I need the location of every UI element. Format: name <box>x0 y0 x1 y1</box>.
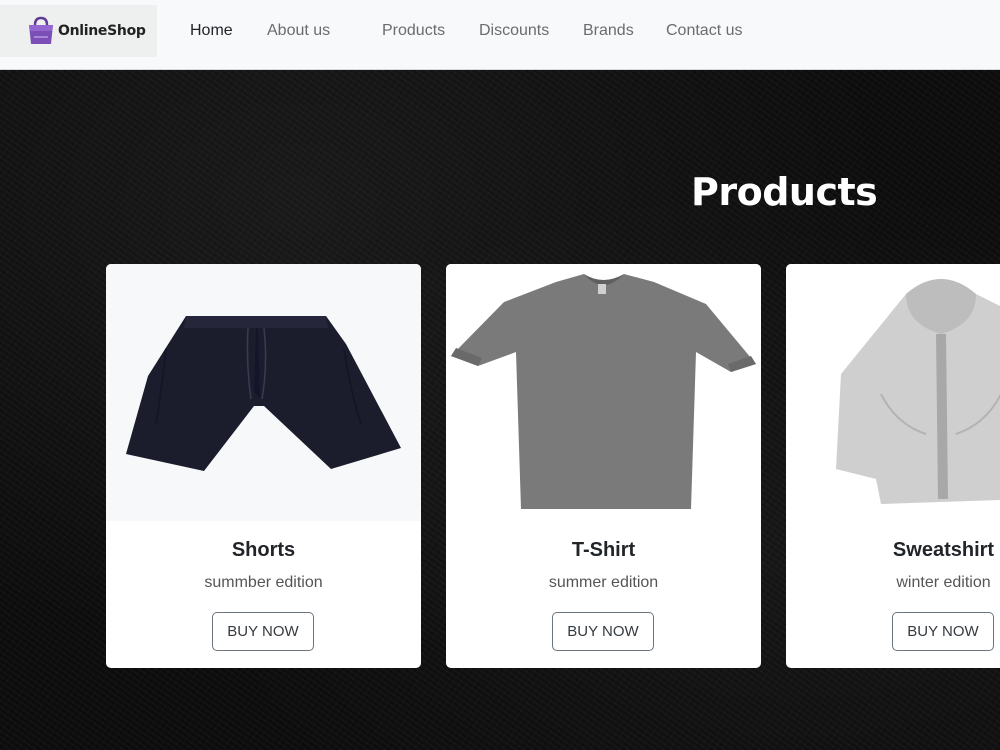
product-card: Sweatshirt winter edition BUY NOW <box>786 264 1000 668</box>
product-edition: winter edition <box>896 574 991 591</box>
nav-products[interactable]: Products <box>382 22 445 40</box>
shopping-bag-icon <box>29 16 53 44</box>
product-card: T-Shirt summer edition BUY NOW <box>446 264 761 668</box>
tshirt-image[interactable] <box>446 264 761 521</box>
product-name: Shorts <box>231 539 296 561</box>
nav-about-us[interactable]: About us <box>267 22 330 40</box>
brand-name: OnlineShop <box>58 23 146 39</box>
product-name: T-Shirt <box>571 539 636 561</box>
product-name: Sweatshirt <box>892 539 995 561</box>
buy-now-button[interactable]: BUY NOW <box>212 612 314 651</box>
nav-contact-us[interactable]: Contact us <box>666 22 742 40</box>
nav-discounts[interactable]: Discounts <box>479 22 549 40</box>
nav-home[interactable]: Home <box>190 22 233 40</box>
product-edition: summer edition <box>548 574 659 591</box>
product-edition: summber edition <box>204 574 323 591</box>
products-section: Products Shorts summber edition BUY NOW <box>0 70 1000 750</box>
nav-brands[interactable]: Brands <box>583 22 634 40</box>
sweatshirt-image[interactable] <box>786 264 1000 521</box>
section-title: Products <box>691 170 878 214</box>
shorts-image[interactable] <box>106 264 421 521</box>
buy-now-button[interactable]: BUY NOW <box>552 612 654 651</box>
product-card: Shorts summber edition BUY NOW <box>106 264 421 668</box>
navbar: OnlineShop Home About us Products Discou… <box>0 0 1000 70</box>
brand-logo[interactable]: OnlineShop <box>0 5 157 57</box>
buy-now-button[interactable]: BUY NOW <box>892 612 994 651</box>
